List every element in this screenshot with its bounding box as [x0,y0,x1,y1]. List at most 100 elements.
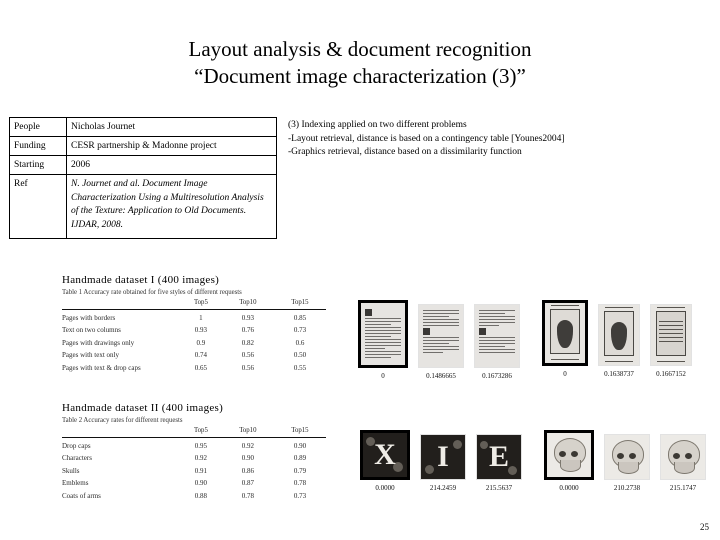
result-item: E 215.5637 [476,434,522,493]
page-title: Layout analysis & document recognition “… [0,36,720,90]
indexing-heading: (3) Indexing applied on two different pr… [288,120,467,130]
cell-top10: 0.78 [241,491,254,500]
table-row: Drop caps 0.95 0.92 0.90 [62,438,326,453]
row-label: Pages with borders [62,314,116,322]
document-page-result-thumbnail [474,304,520,368]
cell-top5: 0.88 [194,491,208,500]
table-row: People Nicholas Journet [9,117,277,137]
result-item: 0 [358,300,408,381]
table-row: Skulls 0.91 0.86 0.79 [62,465,326,477]
result-distance-label: 0.1667152 [656,370,686,378]
info-value-people: Nicholas Journet [66,117,277,137]
cell-top15: 0.85 [293,314,307,322]
drop-cap-letter: X [374,438,396,471]
cell-top10: 0.87 [241,479,254,488]
column-header-blank [62,426,180,438]
dataset-two-block: Handmade dataset II (400 images) Table 2… [62,401,326,502]
cell-top5: 0.9 [196,338,206,347]
cell-top15: 0.78 [293,479,307,488]
cell-top10: 0.56 [241,351,254,360]
page-title-line-1: Layout analysis & document recognition [188,37,532,61]
column-header-top10: Top10 [221,298,274,310]
table-row: Pages with drawings only 0.9 0.82 0.6 [62,337,326,349]
layout-retrieval-results: 0 0.1486665 0.1673286 0 0.1638737 0.1667… [358,300,692,381]
info-key-starting: Starting [9,155,67,175]
cell-top10: 0.92 [241,442,254,450]
drop-cap-result-thumbnail: E [476,434,522,480]
result-item: I 214.2459 [420,434,466,493]
dataset-two-table: Top5 Top10 Top15 Drop caps 0.95 0.92 0.9… [62,426,326,502]
result-distance-label: 0.1486665 [426,372,456,380]
cell-top5: 0.93 [194,326,208,335]
cell-top15: 0.50 [293,351,307,360]
result-distance-label: 0.0000 [375,484,395,492]
row-label: Coats of arms [62,491,101,500]
drop-cap-letter: I [437,440,449,473]
table-header-row: Top5 Top10 Top15 [62,426,326,438]
info-value-funding: CESR partnership & Madonne project [66,136,277,156]
result-distance-label: 0.0000 [559,484,579,492]
cell-top15: 0.6 [295,338,305,347]
indexing-bullet-layout: -Layout retrieval, distance is based on … [288,133,565,144]
column-header-top15: Top15 [273,426,326,438]
page-title-line-2: “Document image characterization (3)” [194,64,526,88]
drop-cap-result-thumbnail: I [420,434,466,480]
table-row: Ref N. Journet and al. Document Image Ch… [9,174,277,239]
illustrated-page-result-thumbnail [598,304,640,366]
result-item: 0.1638737 [598,304,640,379]
table-row: Coats of arms 0.88 0.78 0.73 [62,489,326,501]
info-key-ref: Ref [9,174,67,239]
dataset-one-block: Handmade dataset I (400 images) Table 1 … [62,273,326,374]
cell-top15: 0.89 [293,454,307,463]
illustrated-page-query-thumbnail [542,300,588,366]
result-item: 0.0000 [544,430,594,493]
dataset-one-table: Top5 Top10 Top15 Pages with borders 1 0.… [62,298,326,374]
dataset-one-heading: Handmade dataset I (400 images) [62,274,220,286]
graphics-retrieval-results: X 0.0000 I 214.2459 E 215.5637 0.0000 21… [360,430,706,493]
indexing-points: (3) Indexing applied on two different pr… [288,119,708,160]
result-distance-label: 0 [563,370,567,378]
skull-result-thumbnail [604,434,650,480]
result-item: 0.1667152 [650,304,692,379]
drop-cap-letter: E [488,440,509,473]
cell-top10: 0.82 [241,338,254,347]
column-header-top10: Top10 [221,426,274,438]
table-row: Starting 2006 [9,155,277,175]
cell-top5: 0.91 [194,466,208,475]
table-row: Pages with borders 1 0.93 0.85 [62,310,326,325]
cell-top10: 0.93 [241,314,254,322]
result-distance-label: 214.2459 [429,484,457,492]
cell-top15: 0.79 [293,466,307,475]
table-header-row: Top5 Top10 Top15 [62,298,326,310]
result-item: 215.1747 [660,434,706,493]
info-key-funding: Funding [9,136,67,156]
page-number: 25 [700,522,709,532]
result-distance-label: 215.1747 [669,484,697,492]
result-distance-label: 215.5637 [485,484,513,492]
result-item: 0 [542,300,588,379]
row-label: Drop caps [62,442,91,450]
project-info-table: People Nicholas Journet Funding CESR par… [9,117,277,239]
cell-top5: 0.95 [194,442,208,450]
row-label: Emblems [62,479,89,488]
cell-top5: 0.74 [194,351,208,360]
column-header-top5: Top5 [180,426,222,438]
cell-top5: 0.90 [194,479,208,488]
dataset-two-heading: Handmade dataset II (400 images) [62,402,224,414]
cell-top15: 0.55 [293,363,307,372]
info-key-people: People [9,117,67,137]
cell-top15: 0.73 [293,491,307,500]
cell-top10: 0.90 [241,454,254,463]
cell-top10: 0.76 [241,326,254,335]
result-distance-label: 0 [381,372,385,380]
cell-top5: 1 [199,314,203,322]
column-header-top5: Top5 [180,298,222,310]
dataset-two-caption: Table 2 Accuracy rates for different req… [62,417,183,424]
result-item: X 0.0000 [360,430,410,493]
cell-top10: 0.56 [241,363,254,372]
document-page-query-thumbnail [358,300,408,368]
skull-result-thumbnail [660,434,706,480]
row-label: Pages with drawings only [62,338,135,347]
result-item: 0.1673286 [474,304,520,381]
row-label: Pages with text & drop caps [62,363,141,372]
